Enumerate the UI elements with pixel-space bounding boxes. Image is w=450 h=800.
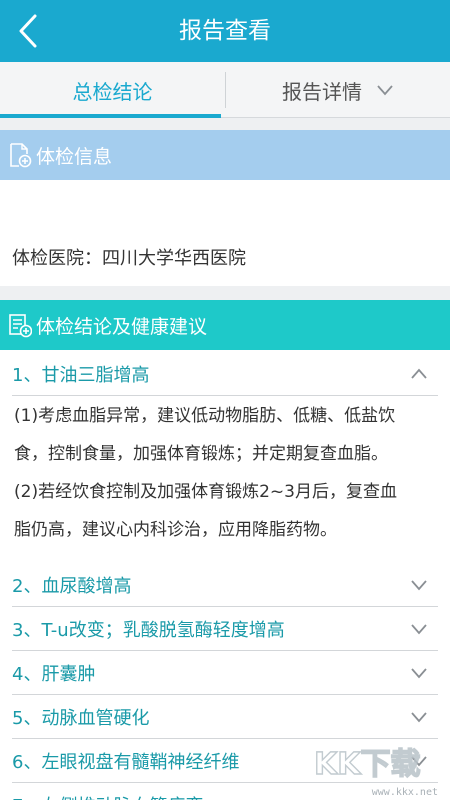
conclusion-item-5[interactable]: 5、动脉血管硬化 bbox=[12, 695, 438, 739]
hospital-label: 体检医院：四川大学华西医院 bbox=[12, 248, 246, 269]
detail-line: 食，控制食量，加强体育锻炼；并定期复查血脂。 bbox=[14, 444, 388, 464]
detail-line: (2)若经饮食控制及加强体育锻炼2~3月后，复查血 bbox=[14, 482, 397, 502]
exam-info-header: 体检信息 bbox=[0, 130, 450, 180]
chevron-down-icon bbox=[411, 667, 427, 678]
chevron-down-icon bbox=[411, 579, 427, 590]
conclusion-item-label: 1、甘油三脂增高 bbox=[12, 364, 150, 386]
detail-line: (1)考虑血脂异常，建议低动物脂肪、低糖、低盐饮 bbox=[14, 406, 396, 426]
conclusion-item-label: 5、动脉血管硬化 bbox=[12, 707, 150, 729]
tab-details-label: 报告详情 bbox=[282, 79, 362, 104]
conclusion-header: 体检结论及健康建议 bbox=[0, 300, 450, 350]
conclusion-item-label: 2、血尿酸增高 bbox=[12, 575, 132, 597]
conclusion-item-label: 4、肝囊肿 bbox=[12, 663, 96, 685]
document-add-icon bbox=[10, 143, 32, 168]
list-add-icon bbox=[9, 314, 32, 338]
detail-line: 脂仍高，建议心内科诊治，应用降脂药物。 bbox=[14, 520, 337, 540]
tab-summary-label: 总检结论 bbox=[72, 79, 153, 104]
watermark-logo-text: KK下载 bbox=[314, 747, 421, 782]
conclusion-item-4[interactable]: 4、肝囊肿 bbox=[12, 651, 438, 695]
tab-summary[interactable]: 总检结论 bbox=[0, 62, 225, 118]
exam-info-title: 体检信息 bbox=[36, 145, 113, 168]
conclusion-item-2[interactable]: 2、血尿酸增高 bbox=[12, 563, 438, 607]
watermark-url: www.kkx.net bbox=[371, 787, 438, 798]
chevron-down-icon bbox=[411, 711, 427, 722]
tab-divider bbox=[225, 72, 226, 108]
conclusion-item-3[interactable]: 3、T-u改变；乳酸脱氢酶轻度增高 bbox=[12, 607, 438, 651]
conclusion-title: 体检结论及健康建议 bbox=[36, 315, 208, 338]
top-bar: 报告查看 bbox=[0, 0, 450, 62]
page-title: 报告查看 bbox=[179, 18, 271, 44]
conclusion-detail: (1)考虑血脂异常，建议低动物脂肪、低糖、低盐饮 食，控制食量，加强体育锻炼；并… bbox=[14, 397, 440, 549]
chevron-up-icon bbox=[411, 368, 427, 379]
section-gap bbox=[0, 286, 450, 300]
chevron-down-icon bbox=[377, 85, 393, 96]
conclusion-item-label: 3、T-u改变；乳酸脱氢酶轻度增高 bbox=[12, 619, 285, 641]
chevron-down-icon bbox=[411, 623, 427, 634]
kk-logo-watermark: KK下载 bbox=[313, 746, 421, 782]
section-gap bbox=[0, 118, 450, 130]
tab-report-details[interactable]: 报告详情 bbox=[226, 62, 450, 118]
conclusion-item-1[interactable]: 1、甘油三脂增高 bbox=[12, 352, 438, 396]
